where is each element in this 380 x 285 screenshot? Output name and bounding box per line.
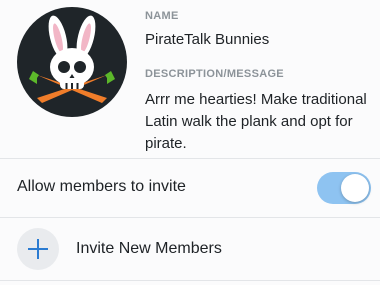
- allow-members-invite-row: Allow members to invite: [0, 159, 380, 217]
- channel-info-section: NAME PirateTalk Bunnies DESCRIPTION/MESS…: [0, 0, 380, 158]
- channel-name: PirateTalk Bunnies: [145, 31, 270, 48]
- channel-description: Arrr me hearties! Make traditional Latin…: [145, 91, 367, 152]
- section-divider: [0, 280, 380, 281]
- invite-new-members-row[interactable]: Invite New Members: [0, 218, 380, 280]
- allow-members-invite-toggle[interactable]: [317, 172, 371, 204]
- description-field-label: DESCRIPTION/MESSAGE: [145, 68, 284, 80]
- name-field-label: NAME: [145, 10, 179, 22]
- invite-new-members-label: Invite New Members: [76, 240, 222, 257]
- channel-avatar[interactable]: [17, 7, 127, 117]
- channel-info-screen: NAME PirateTalk Bunnies DESCRIPTION/MESS…: [0, 0, 380, 285]
- plus-icon: [17, 228, 59, 270]
- toggle-knob: [341, 174, 369, 202]
- allow-members-invite-label: Allow members to invite: [17, 178, 186, 195]
- bunny-skull-crossed-carrots-icon: [29, 15, 115, 103]
